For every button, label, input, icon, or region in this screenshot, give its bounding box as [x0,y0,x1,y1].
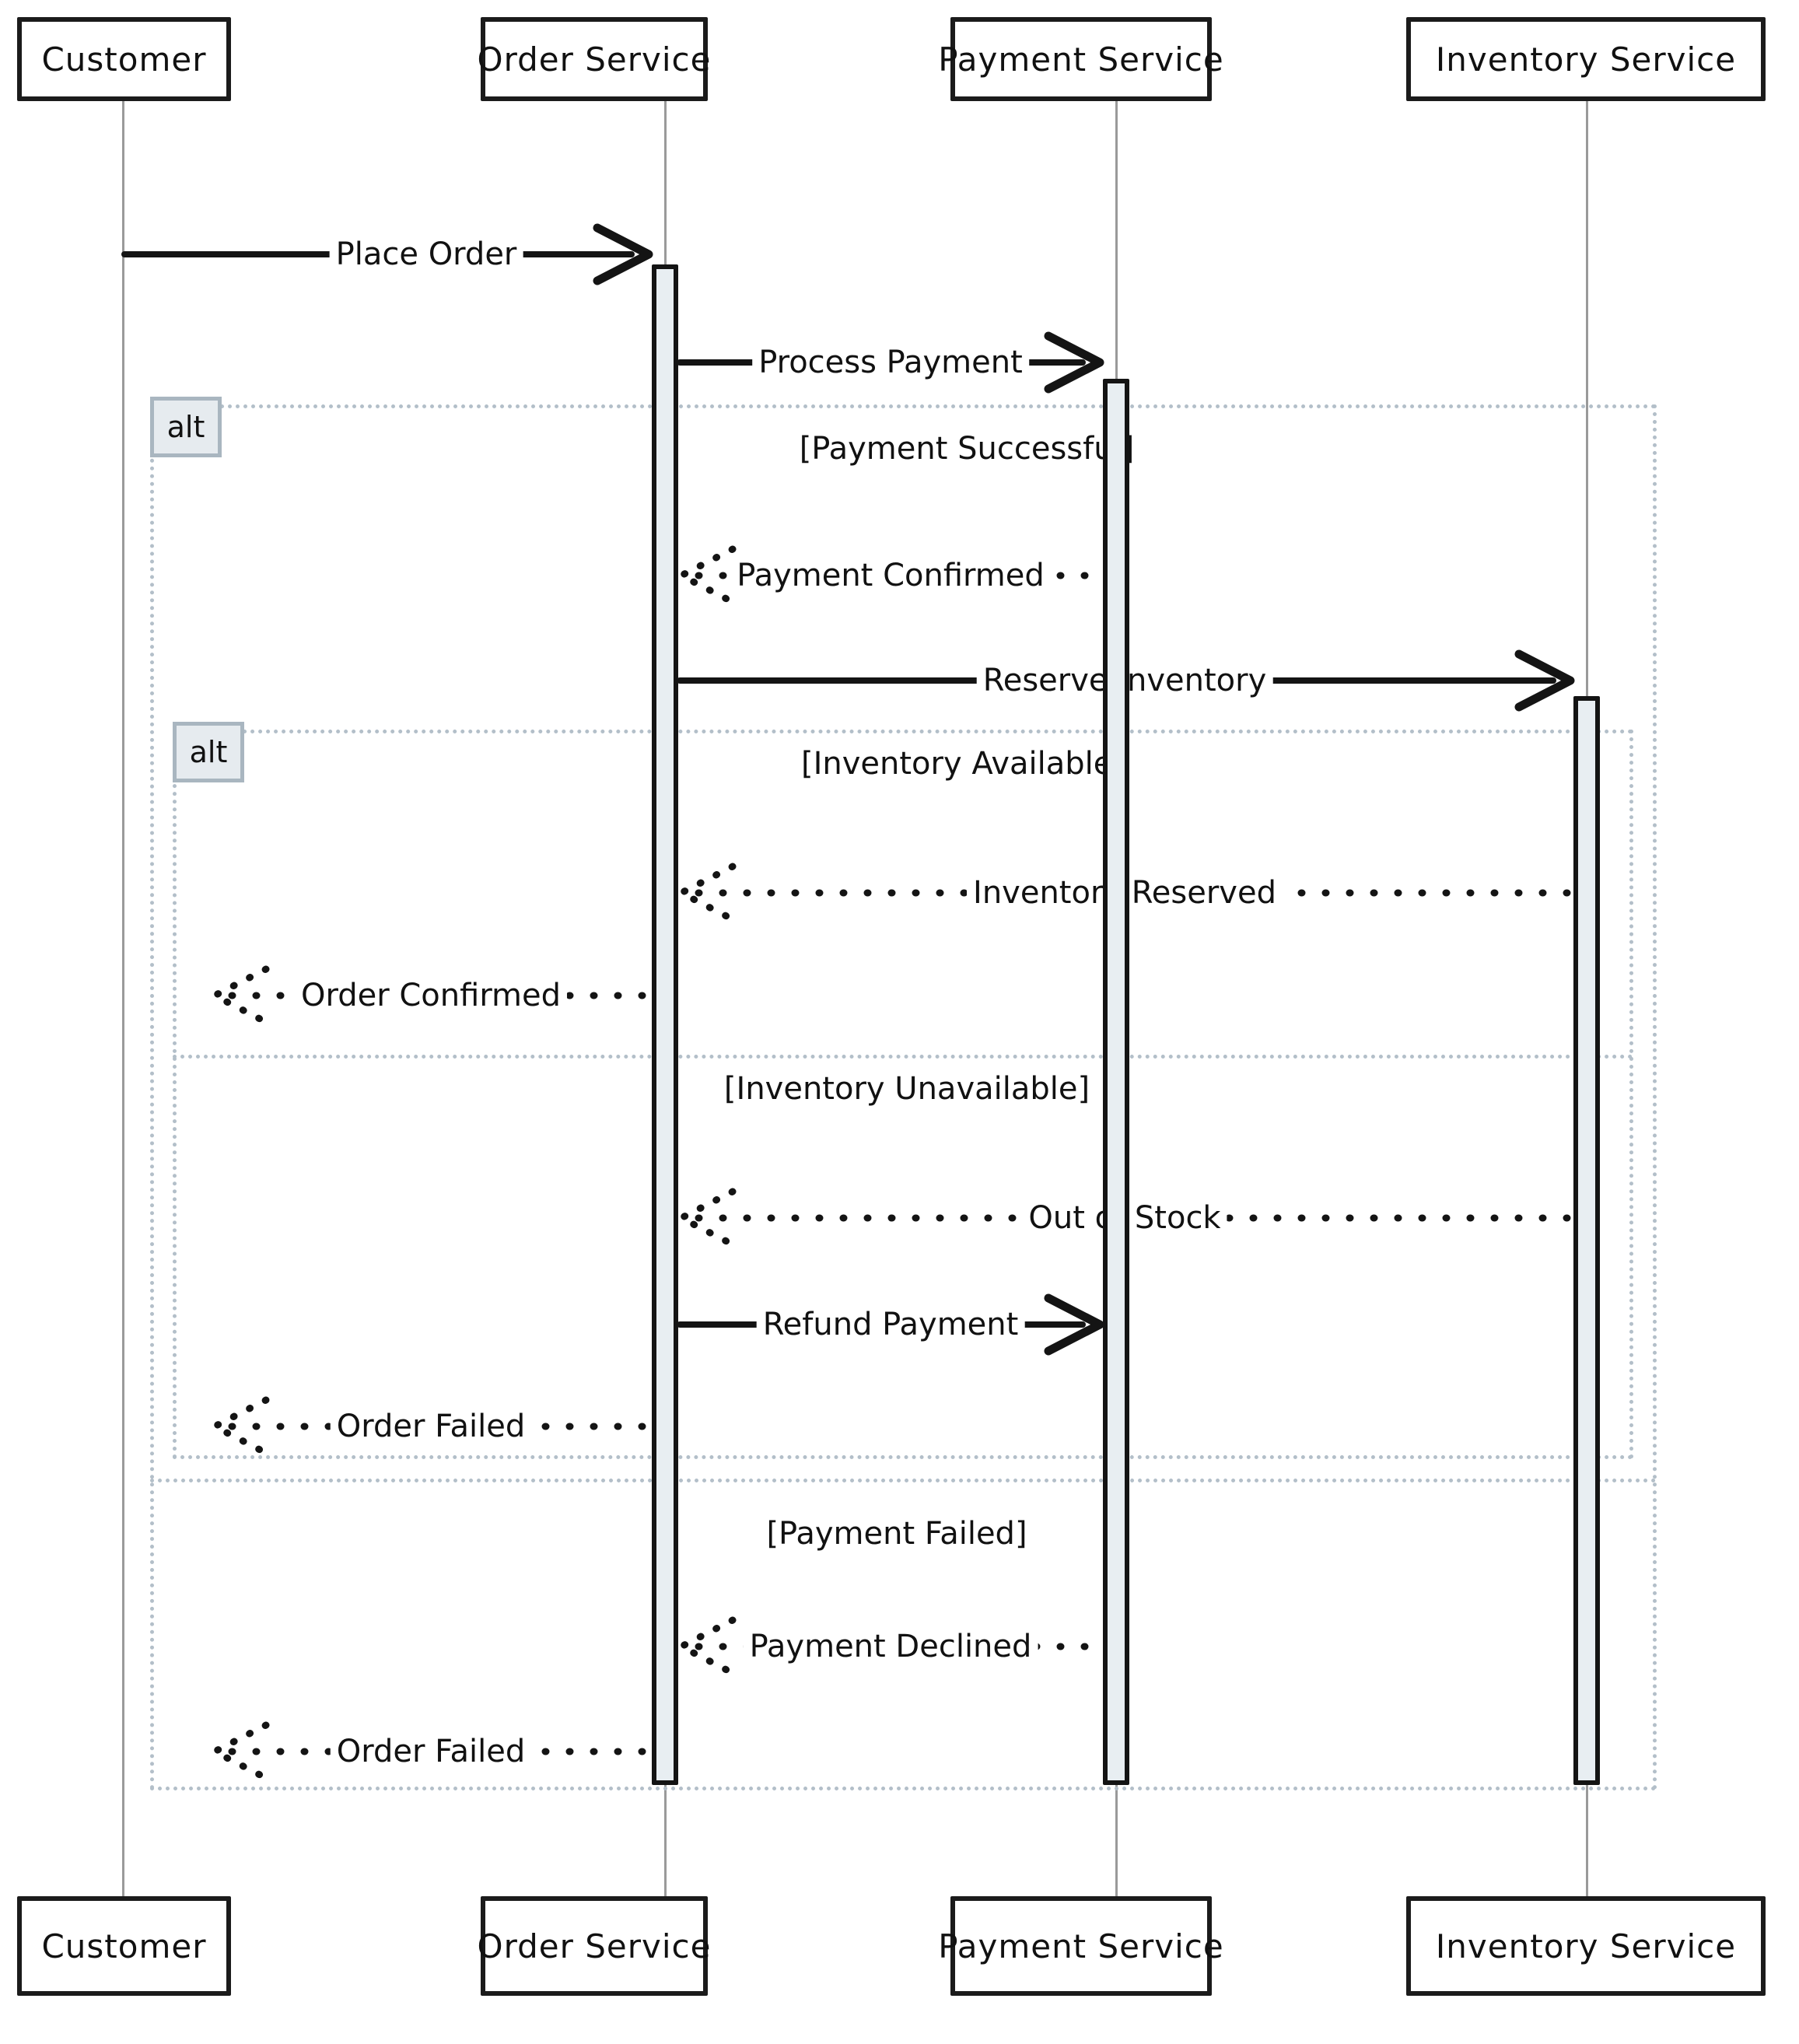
participant-label: Order Service [477,1927,712,1965]
alt-operator-badge-outer-alt[interactable]: alt [150,397,222,457]
message-label-m10: Payment Declined [743,1631,1038,1662]
message-label-m6: Order Confirmed [294,980,568,1011]
participant-box-bottom-customer[interactable]: Customer [17,1896,231,1996]
alt-operator-label: alt [189,735,228,769]
participant-box-top-customer[interactable]: Customer [17,17,231,101]
participant-label: Payment Service [938,1927,1224,1965]
participant-label: Customer [41,1927,207,1965]
participant-box-top-payment[interactable]: Payment Service [938,17,1223,101]
participant-box-bottom-order[interactable]: Order Service [478,1896,710,1996]
message-label-m11: Order Failed [330,1736,532,1767]
alt-divider-inner-alt-0 [173,1055,1633,1059]
lifeline-customer [122,100,124,1898]
alt-operator-badge-inner-alt[interactable]: alt [173,722,244,782]
activation-bar-inventory[interactable] [1573,696,1600,1785]
participant-box-top-order[interactable]: Order Service [478,17,710,101]
activation-bar-order[interactable] [652,264,678,1785]
activation-bar-payment[interactable] [1103,379,1129,1785]
sequence-diagram-canvas: alt [Payment Successful] [Payment Failed] a… [0,0,1799,2044]
alt-operator-label: alt [166,410,205,444]
alt-guard-condition: [Payment Successful] [799,431,1135,467]
participant-label: Customer [41,40,207,79]
message-label-m1: Place Order [329,239,523,270]
participant-label: Payment Service [938,40,1224,79]
participant-label: Inventory Service [1435,40,1737,79]
message-label-m8: Refund Payment [756,1309,1025,1340]
participant-box-bottom-payment[interactable]: Payment Service [938,1896,1223,1996]
message-label-m9: Order Failed [330,1411,532,1442]
alt-divider-outer-alt-0 [150,1479,1657,1482]
message-label-m3: Payment Confirmed [730,560,1051,591]
alt-guard-condition: [Payment Failed] [766,1516,1027,1552]
participant-box-bottom-inventory[interactable]: Inventory Service [1406,1896,1766,1996]
alt-guard-condition: [Inventory Available] [800,746,1125,782]
alt-guard-condition: [Inventory Unavailable] [723,1071,1090,1107]
participant-box-top-inventory[interactable]: Inventory Service [1406,17,1766,101]
participant-label: Order Service [477,40,712,79]
message-label-m2: Process Payment [752,347,1029,378]
participant-label: Inventory Service [1435,1927,1737,1965]
